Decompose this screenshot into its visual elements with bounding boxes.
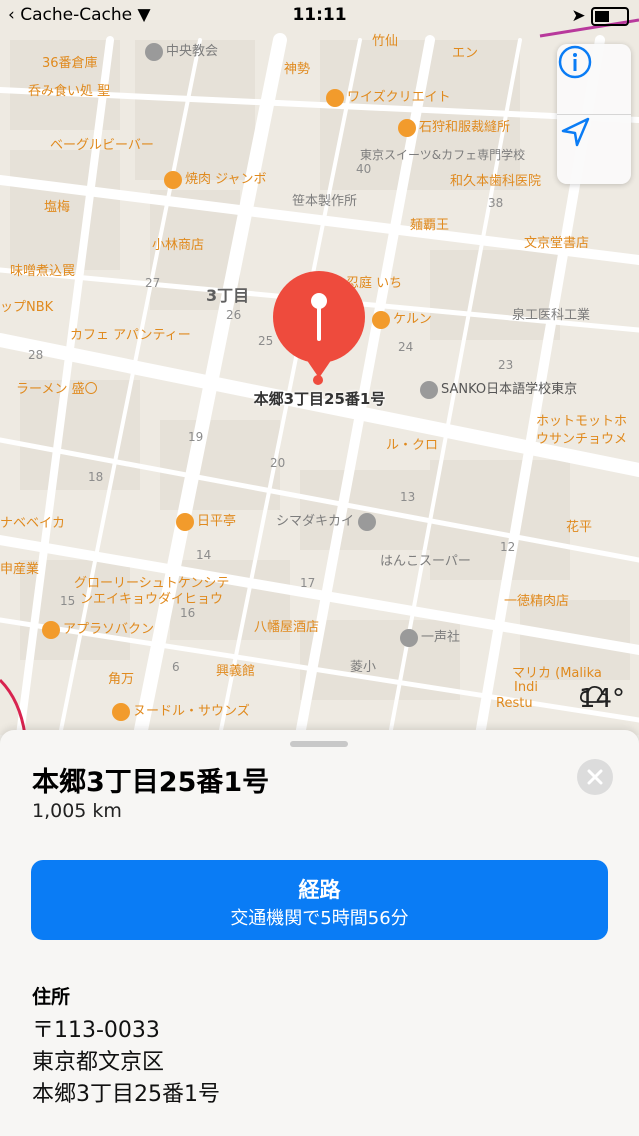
pin-location-dot xyxy=(313,375,323,385)
district-label: 3丁目 xyxy=(206,286,250,305)
map-poi[interactable]: 小林商店 xyxy=(152,234,204,253)
map-poi[interactable]: 八幡屋酒店 xyxy=(254,616,319,635)
building-number: 17 xyxy=(300,576,316,590)
map-poi[interactable]: カフェ アパンティー xyxy=(70,324,191,343)
building-number: 27 xyxy=(145,276,161,290)
building-number: 16 xyxy=(180,606,196,620)
building-number: 12 xyxy=(500,540,516,554)
address-heading: 住所 xyxy=(32,986,71,1008)
map-poi[interactable]: 麺覇王 xyxy=(410,214,449,233)
building-number: 20 xyxy=(270,456,286,470)
map-poi[interactable]: 花平 xyxy=(566,516,592,535)
map-poi[interactable]: ヌードル・サウンズ xyxy=(112,700,250,721)
building-number: 28 xyxy=(28,348,44,362)
map-poi[interactable]: ル・クロ xyxy=(386,434,438,453)
map-poi[interactable]: 一徳精肉店 xyxy=(504,590,569,609)
building-number: 13 xyxy=(400,490,416,504)
building-number: 23 xyxy=(498,358,514,372)
building-number: 25 xyxy=(258,334,274,348)
map-poi[interactable]: Indi xyxy=(514,680,538,695)
map-poi[interactable]: 36番倉庫 xyxy=(42,52,98,71)
place-distance: 1,005 km xyxy=(32,800,122,822)
map-poi[interactable]: 角万 xyxy=(108,668,134,687)
building-number: 15 xyxy=(60,594,76,608)
map-poi[interactable]: 竹仙 xyxy=(372,30,398,49)
map-poi[interactable]: はんこスーパー xyxy=(380,550,471,569)
map-poi[interactable]: 東京スイーツ&カフェ専門学校 xyxy=(360,146,525,163)
map-poi[interactable]: 日平亭 xyxy=(176,510,236,531)
map-poi[interactable]: ウサンチョウメ xyxy=(536,428,627,447)
directions-button[interactable]: 経路 交通機関で5時間56分 xyxy=(31,860,608,940)
map-poi[interactable]: 興義館 xyxy=(216,660,255,679)
clock: 11:11 xyxy=(292,5,347,25)
map-poi[interactable]: 泉工医科工業 xyxy=(512,304,590,323)
map-poi[interactable]: マリカ (Malika xyxy=(512,662,602,681)
map-poi[interactable]: 申産業 xyxy=(0,558,39,577)
battery-icon: ➤ xyxy=(571,6,629,26)
map-poi[interactable]: エン xyxy=(452,42,478,61)
weather-widget: 14° xyxy=(579,684,625,714)
location-arrow-icon xyxy=(561,117,590,147)
map-poi[interactable]: 呑み食い処 聖 xyxy=(28,80,110,99)
map-poi[interactable]: Restu xyxy=(496,696,533,711)
close-button[interactable] xyxy=(577,759,613,795)
map-poi[interactable]: シマダキカイ xyxy=(276,510,379,531)
map-poi[interactable]: 文京堂書店 xyxy=(524,232,589,251)
map-poi[interactable]: 菱小 xyxy=(350,656,376,675)
building-number: 19 xyxy=(188,430,204,444)
map-poi[interactable]: 味噌煮込罠 xyxy=(10,260,75,279)
close-icon xyxy=(587,769,603,785)
place-title: 本郷3丁目25番1号 xyxy=(32,767,270,798)
map-poi[interactable]: ンエイキョウダイヒョウ xyxy=(80,588,223,607)
locate-me-button[interactable] xyxy=(557,114,631,184)
building-number: 18 xyxy=(88,470,104,484)
cloud-icon xyxy=(579,685,608,703)
place-card: 本郷3丁目25番1号 1,005 km 経路 交通機関で5時間56分 住所 〒1… xyxy=(0,730,639,1136)
map-controls xyxy=(557,44,631,184)
status-bar: ‹ Cache-Cache ▼ 11:11 ➤ xyxy=(0,0,639,32)
building-number: 26 xyxy=(226,308,242,322)
map-poi[interactable]: 中央教会 xyxy=(145,40,218,61)
map-poi[interactable]: ベーグルビーバー xyxy=(50,134,154,153)
map-poi[interactable]: 焼肉 ジャンボ xyxy=(164,168,266,189)
map-poi[interactable]: ホットモットホ xyxy=(536,410,627,429)
map-view[interactable]: ‹ Cache-Cache ▼ 11:11 ➤ 中央教会 竹仙 エン 36番倉庫… xyxy=(0,0,639,735)
pushpin-icon xyxy=(311,293,327,341)
map-poi[interactable]: 一声社 xyxy=(400,626,460,647)
info-icon xyxy=(558,45,592,79)
address-city: 東京都文京区 xyxy=(32,1050,165,1075)
building-number: 38 xyxy=(488,196,504,210)
map-poi[interactable]: 和久本歯科医院 xyxy=(450,170,541,189)
map-poi[interactable]: ップNBK xyxy=(0,296,53,315)
map-poi[interactable]: 笹本製作所 xyxy=(292,190,357,209)
info-button[interactable] xyxy=(557,44,631,114)
location-pin[interactable] xyxy=(273,271,365,363)
building-number: 24 xyxy=(398,340,414,354)
building-number: 6 xyxy=(172,660,180,674)
map-poi[interactable]: ナベベイカ xyxy=(0,512,65,531)
building-number: 14 xyxy=(196,548,212,562)
directions-eta: 交通機関で5時間56分 xyxy=(230,908,409,929)
directions-label: 経路 xyxy=(298,878,341,902)
sheet-grabber[interactable] xyxy=(290,741,348,747)
map-poi[interactable]: 塩梅 xyxy=(44,196,70,215)
building-number: 40 xyxy=(356,162,372,176)
map-poi[interactable]: アプラソバクン xyxy=(42,618,154,639)
map-poi[interactable]: ケルン xyxy=(372,308,432,329)
address-postal-code: 〒113-0033 xyxy=(32,1018,160,1043)
address-street: 本郷3丁目25番1号 xyxy=(32,1082,220,1107)
pin-label: 本郷3丁目25番1号 xyxy=(253,390,386,408)
map-poi[interactable]: ワイズクリエイト xyxy=(326,86,451,107)
map-poi[interactable]: 石狩和服裁縫所 xyxy=(398,116,510,137)
map-poi[interactable]: 神勢 xyxy=(284,58,310,77)
